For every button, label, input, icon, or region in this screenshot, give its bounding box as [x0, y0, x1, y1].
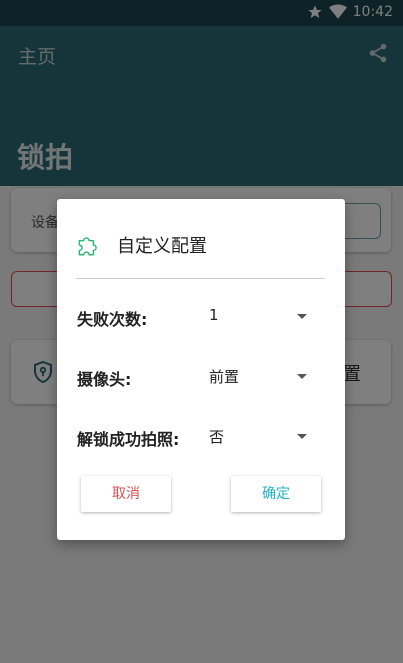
failure-count-row: 失败次数: 1 [77, 304, 327, 329]
failure-count-select[interactable]: 1 [209, 306, 219, 324]
unlock-photo-row: 解锁成功拍照: 否 [77, 424, 327, 449]
unlock-photo-select[interactable]: 否 [209, 426, 224, 447]
dialog-title: 自定义配置 [117, 236, 207, 257]
cancel-button[interactable]: 取消 [81, 476, 171, 512]
unlock-photo-label: 解锁成功拍照: [77, 430, 180, 449]
camera-row: 摄像头: 前置 [77, 364, 327, 389]
chevron-down-icon[interactable] [297, 374, 307, 379]
chevron-down-icon[interactable] [297, 314, 307, 319]
confirm-button[interactable]: 确定 [231, 476, 321, 512]
dialog-divider [76, 278, 325, 279]
camera-label: 摄像头: [77, 370, 132, 389]
chevron-down-icon[interactable] [297, 434, 307, 439]
failure-count-label: 失败次数: [77, 310, 148, 329]
custom-config-dialog: 自定义配置 失败次数: 1 摄像头: 前置 解锁成功拍照: 否 取消 确定 [57, 199, 345, 540]
camera-select[interactable]: 前置 [209, 366, 239, 387]
dialog-header: 自定义配置 [75, 232, 207, 258]
puzzle-icon [78, 237, 97, 256]
